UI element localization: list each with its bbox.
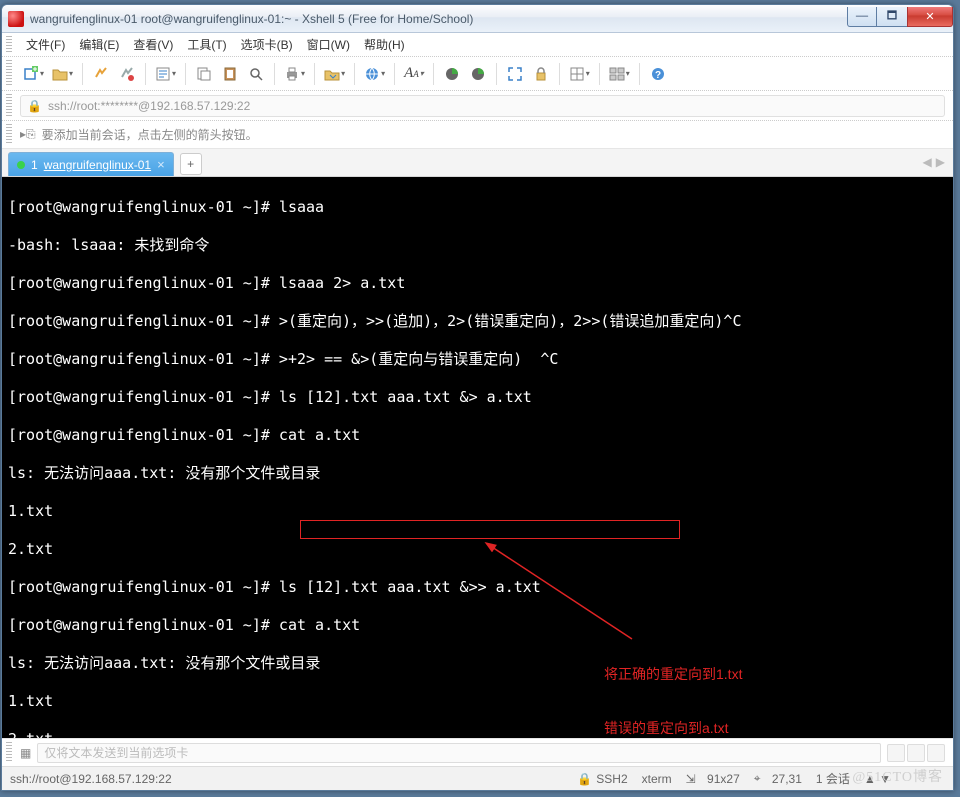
menu-help[interactable]: 帮助(H) [358, 34, 411, 55]
web-button[interactable]: ▾ [361, 62, 388, 86]
send-opt3-button[interactable] [927, 744, 945, 762]
grip-icon [6, 742, 12, 763]
resize-icon: ⇲ [686, 772, 696, 786]
status-term: xterm [642, 772, 672, 786]
grip-icon [6, 36, 12, 53]
lock-icon: 🔒 [27, 99, 42, 113]
status-ssh: 🔒SSH2 [577, 772, 627, 786]
fullscreen-button[interactable] [503, 62, 527, 86]
address-bar: 🔒 ssh://root:********@192.168.57.129:22 [2, 91, 953, 121]
terminal-line: 2.txt [8, 540, 947, 559]
disconnect-button[interactable] [115, 62, 139, 86]
annotation-text: 将正确的重定向到1.txt 错误的重定向到a.txt [604, 629, 742, 738]
send-bar: ▦ 仅将文本发送到当前选项卡 [2, 738, 953, 766]
toolbar: ▾ ▾ ▾ ▾ ▾ ▾ AA▾ ▾ ▾ ? [2, 57, 953, 91]
menu-edit[interactable]: 编辑(E) [73, 34, 125, 55]
font-button[interactable]: AA▾ [401, 62, 427, 86]
tab-strip: 1 wangruifenglinux-01 × + ◀ ▶ [2, 149, 953, 177]
address-text: ssh://root:********@192.168.57.129:22 [48, 99, 250, 113]
terminal-line: [root@wangruifenglinux-01 ~]# lsaaa 2> a… [8, 274, 947, 293]
tile-button[interactable]: ▾ [606, 62, 633, 86]
terminal-line: [root@wangruifenglinux-01 ~]# ls [12].tx… [8, 388, 947, 407]
reconnect-button[interactable] [89, 62, 113, 86]
status-sessions: 1 会话 [816, 770, 850, 787]
address-input[interactable]: 🔒 ssh://root:********@192.168.57.129:22 [20, 95, 945, 117]
terminal-line: [root@wangruifenglinux-01 ~]# >(重定向)，>>(… [8, 312, 947, 331]
tab-prev-icon[interactable]: ◀ [923, 155, 932, 169]
maximize-button[interactable]: 🗖 [877, 7, 907, 27]
hint-bar: ▸⎘ 要添加当前会话，点击左侧的箭头按钮。 [2, 121, 953, 149]
highlight-box [300, 520, 680, 539]
grip-icon [6, 60, 12, 87]
lock-button[interactable] [529, 62, 553, 86]
cursor-pos-icon: ⌖ [754, 771, 761, 786]
send-mode-icon[interactable]: ▦ [20, 746, 31, 760]
app-icon [8, 11, 24, 27]
hint-arrow-icon[interactable]: ▸⎘ [20, 127, 36, 142]
app-window: wangruifenglinux-01 root@wangruifenglinu… [1, 4, 954, 791]
menubar: 文件(F) 编辑(E) 查看(V) 工具(T) 选项卡(B) 窗口(W) 帮助(… [2, 33, 953, 57]
terminal-line: -bash: lsaaa: 未找到命令 [8, 236, 947, 255]
status-dot-icon [17, 161, 25, 169]
menu-file[interactable]: 文件(F) [20, 34, 71, 55]
status-bar: ssh://root@192.168.57.129:22 🔒SSH2 xterm… [2, 766, 953, 790]
status-size: ⇲ 91x27 [686, 772, 740, 786]
send-input[interactable]: 仅将文本发送到当前选项卡 [37, 743, 881, 763]
terminal-line: 1.txt [8, 692, 947, 711]
terminal-line: [root@wangruifenglinux-01 ~]# >+2> == &>… [8, 350, 947, 369]
window-title: wangruifenglinux-01 root@wangruifenglinu… [30, 12, 847, 26]
hint-text: 要添加当前会话，点击左侧的箭头按钮。 [42, 126, 258, 143]
menu-window[interactable]: 窗口(W) [301, 34, 356, 55]
add-tab-button[interactable]: + [180, 153, 202, 175]
status-cursor: ⌖ 27,31 [754, 771, 802, 786]
terminal[interactable]: [root@wangruifenglinux-01 ~]# lsaaa -bas… [2, 177, 953, 738]
properties-button[interactable]: ▾ [152, 62, 179, 86]
terminal-line: ls: 无法访问aaa.txt: 没有那个文件或目录 [8, 654, 947, 673]
find-button[interactable] [244, 62, 268, 86]
tab-label: wangruifenglinux-01 [44, 158, 151, 172]
color1-button[interactable] [440, 62, 464, 86]
menu-tabs[interactable]: 选项卡(B) [235, 34, 299, 55]
tab-index: 1 [31, 158, 38, 172]
grip-icon [6, 124, 12, 145]
terminal-line: [root@wangruifenglinux-01 ~]# ls [12].tx… [8, 578, 947, 597]
menu-tools[interactable]: 工具(T) [181, 34, 232, 55]
terminal-line: 1.txt [8, 502, 947, 521]
help-button[interactable]: ? [646, 62, 670, 86]
send-placeholder: 仅将文本发送到当前选项卡 [44, 744, 188, 761]
copy-button[interactable] [192, 62, 216, 86]
open-button[interactable]: ▾ [49, 62, 76, 86]
grip-icon [6, 94, 12, 117]
menu-view[interactable]: 查看(V) [127, 34, 179, 55]
color2-button[interactable] [466, 62, 490, 86]
xftp-button[interactable]: ▾ [321, 62, 348, 86]
svg-text:?: ? [655, 70, 661, 81]
terminal-line: [root@wangruifenglinux-01 ~]# cat a.txt [8, 426, 947, 445]
paste-button[interactable] [218, 62, 242, 86]
titlebar: wangruifenglinux-01 root@wangruifenglinu… [2, 5, 953, 33]
status-nav[interactable]: ▲ ▼ [864, 772, 891, 786]
close-button[interactable]: ✕ [907, 7, 953, 27]
status-connection: ssh://root@192.168.57.129:22 [10, 772, 172, 786]
terminal-line: [root@wangruifenglinux-01 ~]# cat a.txt [8, 616, 947, 635]
print-button[interactable]: ▾ [281, 62, 308, 86]
send-opt2-button[interactable] [907, 744, 925, 762]
tab-close-icon[interactable]: × [157, 157, 165, 172]
session-tab[interactable]: 1 wangruifenglinux-01 × [8, 152, 174, 176]
layout-button[interactable]: ▾ [566, 62, 593, 86]
new-session-button[interactable]: ▾ [20, 62, 47, 86]
tab-next-icon[interactable]: ▶ [936, 155, 945, 169]
terminal-line: ls: 无法访问aaa.txt: 没有那个文件或目录 [8, 464, 947, 483]
lock-icon: 🔒 [577, 772, 592, 786]
minimize-button[interactable]: –– [847, 7, 877, 27]
send-opt1-button[interactable] [887, 744, 905, 762]
terminal-line: 2.txt [8, 730, 947, 738]
terminal-line: [root@wangruifenglinux-01 ~]# lsaaa [8, 198, 947, 217]
